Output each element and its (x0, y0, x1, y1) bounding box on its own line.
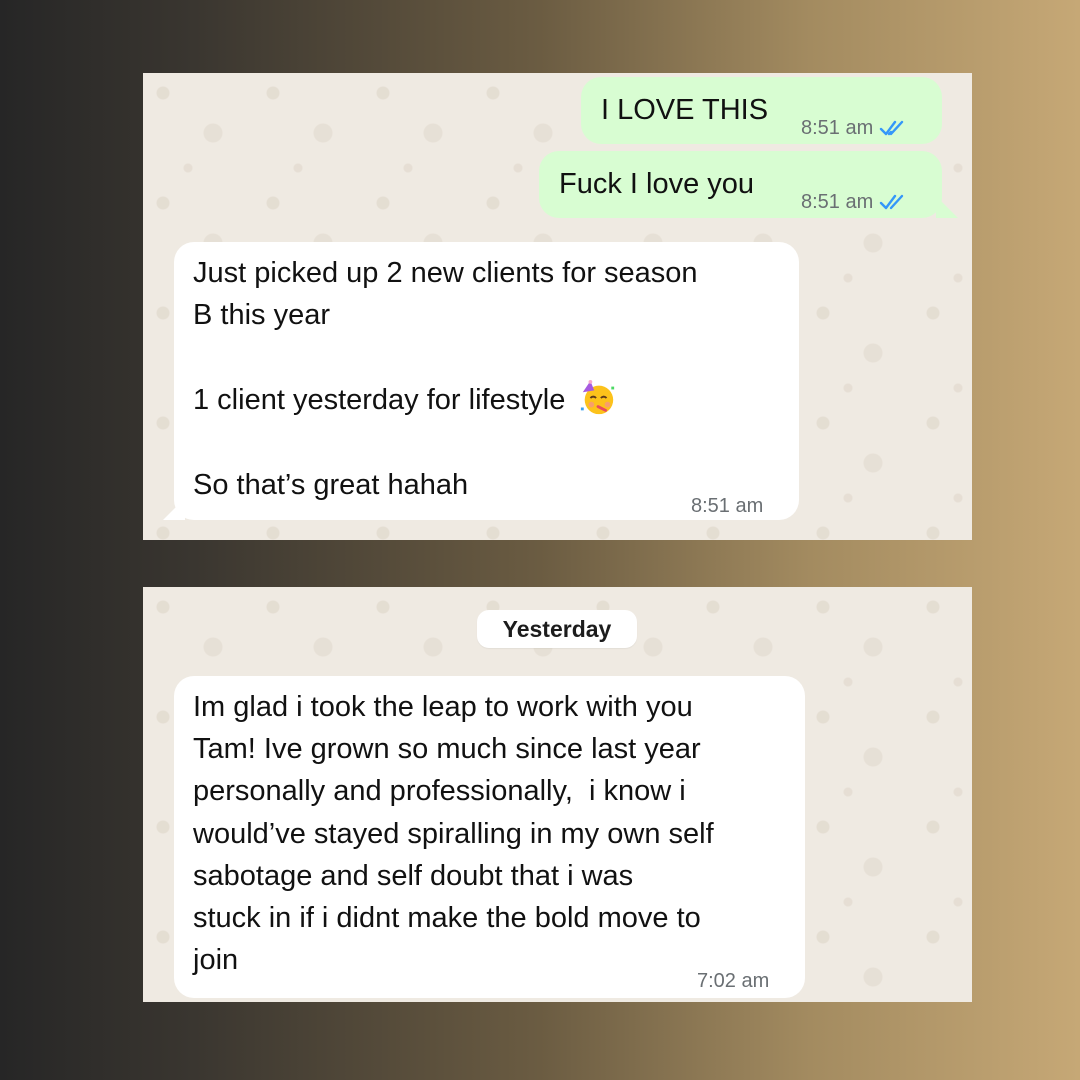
message-time: 8:51 am (691, 495, 764, 517)
message-line: personally and professionally, i know i (193, 775, 686, 807)
message-line: sabotage and self doubt that i was (193, 860, 634, 892)
message-line: would’ve stayed spiralling in my own sel… (193, 818, 714, 850)
message-text: Fuck I love you (559, 168, 755, 200)
message-line: So that’s great hahah (193, 469, 469, 501)
message-bubble-outgoing[interactable]: Fuck I love you 8:51 am (539, 151, 942, 218)
message-line: Im glad i took the leap to work with you (193, 691, 693, 723)
message-line: Just picked up 2 new clients for season (193, 257, 698, 289)
double-check-icon (880, 194, 904, 210)
message-line: B this year (193, 299, 330, 331)
message-line: join (193, 944, 239, 976)
message-line: Tam! Ive grown so much since last year (193, 733, 701, 765)
message-bubble-outgoing[interactable]: I LOVE THIS 8:51 am (581, 77, 942, 144)
message-time: 8:51 am (801, 117, 874, 139)
message-bubble-incoming[interactable]: Im glad i took the leap to work with you… (174, 676, 805, 998)
message-time: 8:51 am (801, 191, 874, 213)
double-check-icon (880, 120, 904, 136)
message-line: 1 client yesterday for lifestyle (193, 384, 566, 416)
message-bubble-incoming[interactable]: Just picked up 2 new clients for season … (174, 242, 799, 520)
message-line: stuck in if i didnt make the bold move t… (193, 902, 701, 934)
message-text: I LOVE THIS (601, 94, 769, 126)
date-separator: Yesterday (477, 610, 637, 648)
partying-face-emoji-icon (581, 379, 615, 415)
message-time: 7:02 am (697, 970, 770, 992)
